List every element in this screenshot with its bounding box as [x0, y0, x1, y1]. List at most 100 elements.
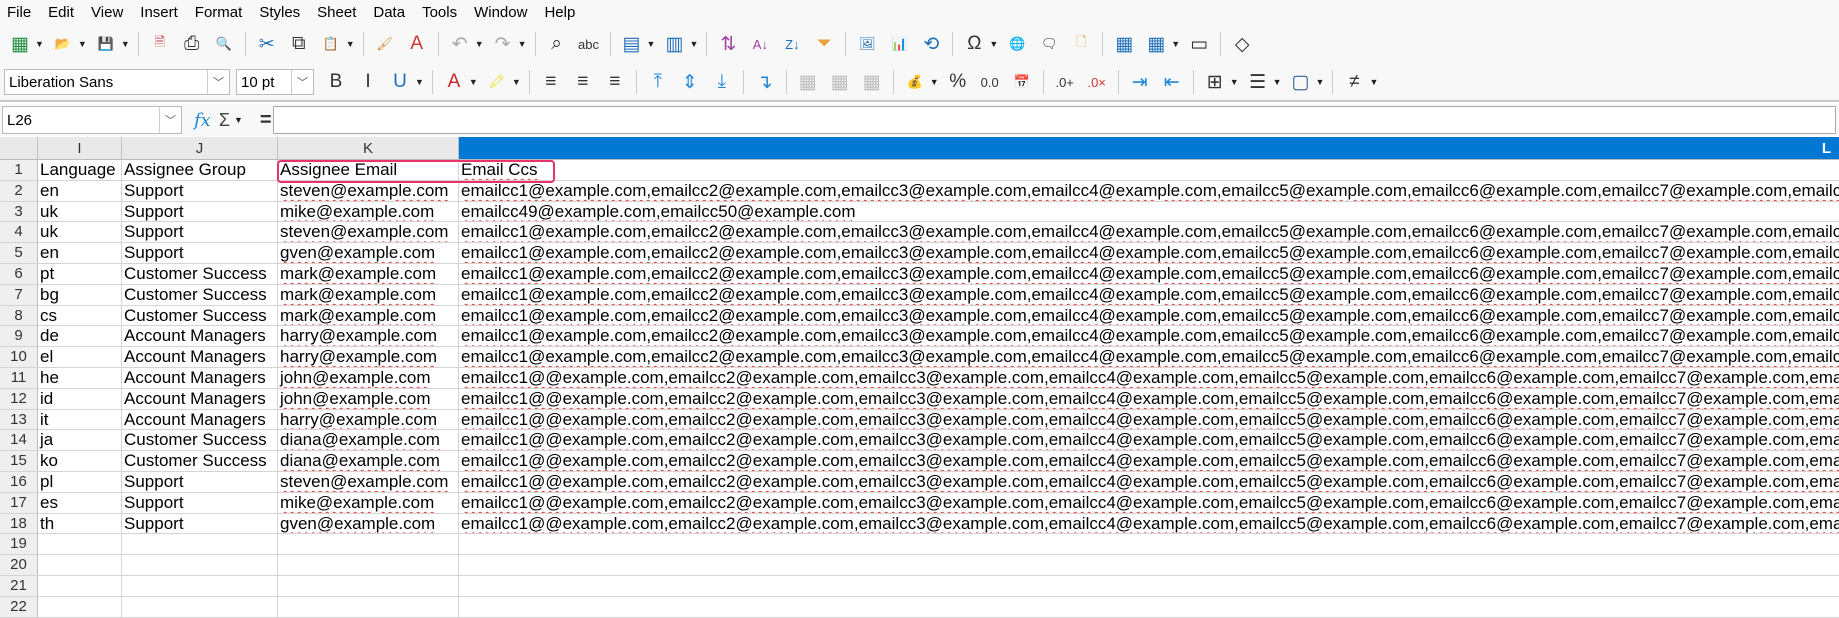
wrap-text-icon[interactable]: ↴ — [751, 68, 779, 96]
cell-l5[interactable]: emailcc1@example.com,emailcc2@example.co… — [459, 243, 1839, 263]
cell-i21[interactable] — [38, 575, 122, 596]
cell-k8[interactable]: mark@example.com — [278, 305, 459, 326]
dropdown-arrow-icon[interactable]: ▼ — [475, 39, 484, 49]
cell-i18[interactable]: th — [38, 513, 122, 534]
comment-icon[interactable]: 🗨 — [1035, 30, 1063, 58]
cell-k6[interactable]: mark@example.com — [278, 263, 459, 284]
cell-l7[interactable]: emailcc1@example.com,emailcc2@example.co… — [459, 285, 1839, 305]
dropdown-arrow-icon[interactable]: ▼ — [512, 77, 521, 87]
find-replace-icon[interactable]: ⌕ — [543, 30, 571, 58]
cell-i1[interactable]: Language — [38, 160, 122, 180]
cell-j19[interactable] — [122, 534, 278, 555]
dropdown-arrow-icon[interactable]: ▼ — [121, 39, 130, 49]
align-right-icon[interactable]: ≡ — [601, 68, 629, 96]
sort-ascending-icon[interactable]: A↓ — [746, 30, 774, 58]
copy-icon[interactable]: ⧉ — [285, 30, 313, 58]
dropdown-arrow-icon[interactable]: ▼ — [78, 39, 87, 49]
row-header[interactable]: 11 — [0, 367, 38, 388]
menu-sheet[interactable]: Sheet — [310, 4, 366, 21]
percent-format-icon[interactable]: % — [944, 68, 972, 96]
redo-icon[interactable]: ↷ — [489, 30, 517, 58]
sort-icon[interactable]: ⇅ — [714, 30, 742, 58]
menu-file[interactable]: File — [0, 4, 41, 21]
cell-j8[interactable]: Customer Success — [122, 305, 278, 326]
dropdown-arrow-icon[interactable]: ▼ — [647, 39, 656, 49]
function-wizard-icon[interactable]: fx — [194, 110, 211, 131]
row-header[interactable]: 19 — [0, 534, 38, 555]
dropdown-arrow-icon[interactable]: ▼ — [469, 77, 478, 87]
cell-i19[interactable] — [38, 534, 122, 555]
menu-styles[interactable]: Styles — [252, 4, 310, 21]
increase-indent-icon[interactable]: ⇥ — [1126, 68, 1154, 96]
row-header[interactable]: 8 — [0, 305, 38, 326]
cell-k5[interactable]: gven@example.com — [278, 243, 459, 263]
cell-i4[interactable]: uk — [38, 222, 122, 243]
row-header[interactable]: 1 — [0, 160, 38, 180]
row-header[interactable]: 22 — [0, 596, 38, 617]
row-header[interactable]: 2 — [0, 180, 38, 201]
align-bottom-icon[interactable]: ⤓ — [708, 68, 736, 96]
merge-cells-icon[interactable]: ▦ — [826, 68, 854, 96]
special-character-icon[interactable]: Ω — [960, 30, 988, 58]
column-header-k[interactable]: K — [278, 137, 459, 159]
cell-k12[interactable]: john@example.com — [278, 388, 459, 409]
cell-l10[interactable]: emailcc1@example.com,emailcc2@example.co… — [459, 347, 1839, 367]
menu-insert[interactable]: Insert — [133, 4, 188, 21]
cell-i10[interactable]: el — [38, 347, 122, 367]
italic-icon[interactable]: I — [354, 68, 382, 96]
font-size-combo[interactable]: 10 pt ﹀ — [236, 69, 314, 95]
align-top-icon[interactable]: ⤒ — [644, 68, 672, 96]
cell-i22[interactable] — [38, 596, 122, 617]
row-icon[interactable]: ▤ — [618, 30, 646, 58]
cell-k9[interactable]: harry@example.com — [278, 326, 459, 347]
conditional-format-icon[interactable]: ≠ — [1340, 68, 1368, 96]
cell-j4[interactable]: Support — [122, 222, 278, 243]
row-header[interactable]: 5 — [0, 243, 38, 263]
center-vertically-icon[interactable]: ⇕ — [676, 68, 704, 96]
cell-i8[interactable]: cs — [38, 305, 122, 326]
open-folder-icon[interactable]: 📂 — [49, 30, 77, 58]
autofilter-icon[interactable]: ⏷ — [810, 30, 838, 58]
cell-l16[interactable]: emailcc1@@example.com,emailcc2@example.c… — [459, 472, 1839, 492]
row-header[interactable]: 17 — [0, 492, 38, 513]
freeze-rows-columns-icon[interactable]: ▦ — [1142, 30, 1170, 58]
cell-k17[interactable]: mike@example.com — [278, 492, 459, 513]
row-header[interactable]: 20 — [0, 555, 38, 575]
export-pdf-icon[interactable]: 🗎 — [146, 30, 174, 58]
border-style-icon[interactable]: ☰ — [1244, 68, 1272, 96]
decrease-indent-icon[interactable]: ⇤ — [1158, 68, 1186, 96]
cell-l22[interactable] — [459, 597, 1839, 617]
cell-i12[interactable]: id — [38, 388, 122, 409]
cell-i6[interactable]: pt — [38, 263, 122, 284]
cell-j2[interactable]: Support — [122, 180, 278, 201]
cell-j18[interactable]: Support — [122, 513, 278, 534]
row-header[interactable]: 13 — [0, 409, 38, 430]
cell-l6[interactable]: emailcc1@example.com,emailcc2@example.co… — [459, 264, 1839, 284]
cell-k10[interactable]: harry@example.com — [278, 347, 459, 367]
cell-i13[interactable]: it — [38, 409, 122, 430]
row-header[interactable]: 21 — [0, 575, 38, 596]
cell-j14[interactable]: Customer Success — [122, 430, 278, 451]
formula-equals-icon[interactable]: = — [260, 109, 272, 132]
highlight-color-icon[interactable]: 🖍 — [483, 68, 511, 96]
cell-l14[interactable]: emailcc1@@example.com,emailcc2@example.c… — [459, 430, 1839, 450]
clear-formatting-icon[interactable]: A — [403, 30, 431, 58]
cell-l9[interactable]: emailcc1@example.com,emailcc2@example.co… — [459, 326, 1839, 346]
cell-i20[interactable] — [38, 555, 122, 575]
number-format-icon[interactable]: 0.0 — [976, 68, 1004, 96]
cell-k19[interactable] — [278, 534, 459, 555]
insert-chart-icon[interactable]: 📊 — [885, 30, 913, 58]
cell-i15[interactable]: ko — [38, 451, 122, 471]
cell-j9[interactable]: Account Managers — [122, 326, 278, 347]
cell-i7[interactable]: bg — [38, 284, 122, 305]
borders-icon[interactable]: ⊞ — [1201, 68, 1229, 96]
clone-formatting-icon[interactable]: 🖌 — [371, 30, 399, 58]
cell-l1[interactable]: Email Ccs — [459, 160, 1839, 180]
date-format-icon[interactable]: 📅 — [1008, 68, 1036, 96]
cell-j3[interactable]: Support — [122, 201, 278, 222]
cell-l20[interactable] — [459, 555, 1839, 575]
cell-k22[interactable] — [278, 596, 459, 617]
font-color-icon[interactable]: A — [440, 68, 468, 96]
dropdown-arrow-icon[interactable]: ▼ — [989, 39, 998, 49]
cell-l13[interactable]: emailcc1@@example.com,emailcc2@example.c… — [459, 410, 1839, 430]
